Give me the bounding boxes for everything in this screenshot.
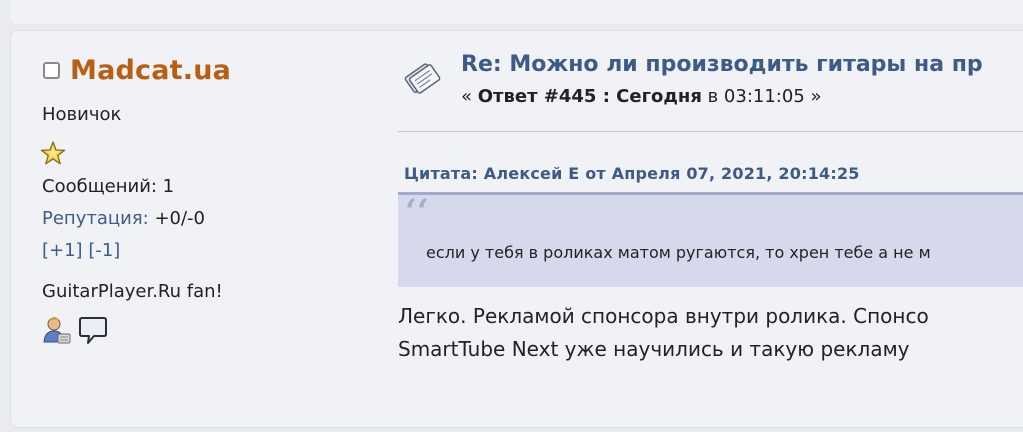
star-icon	[40, 141, 66, 165]
post-icon	[404, 63, 441, 94]
reputation-links: [+1] [-1]	[42, 240, 120, 261]
poster-reputation: Репутация: +0/-0	[42, 208, 205, 229]
post-header-divider	[398, 131, 1023, 132]
reputation-minus-link[interactable]: [-1]	[88, 240, 120, 261]
quote-block: ‘‘ если у тебя в роликах матом ругаются,…	[398, 192, 1023, 287]
profile-icon[interactable]	[42, 315, 72, 345]
reply-time: в 03:11:05 »	[701, 86, 822, 107]
poster-info: Madcat.ua Новичок Сообщений: 1 Репутация…	[32, 52, 352, 344]
quote-text: если у тебя в роликах матом ругаются, то…	[426, 243, 931, 262]
post-body: Легко. Рекламой спонсора внутри ролика. …	[398, 300, 929, 366]
previous-post-bottom	[10, 0, 1023, 24]
poster-name-link[interactable]: Madcat.ua	[70, 55, 231, 86]
quote-mark-icon: ‘‘	[405, 192, 429, 232]
post-body-line: Легко. Рекламой спонсора внутри ролика. …	[398, 304, 929, 328]
poster-rank: Новичок	[42, 104, 122, 125]
reply-meta-open: «	[461, 86, 478, 107]
reputation-plus-link[interactable]: [+1]	[42, 240, 83, 261]
poster-post-count: Сообщений: 1	[42, 176, 175, 197]
poster-profile-icons	[42, 315, 108, 345]
select-post-checkbox[interactable]	[43, 61, 60, 79]
quote-header-link[interactable]: Цитата: Алексей Е от Апреля 07, 2021, 20…	[404, 164, 860, 183]
post-body-line: SmartTube Next уже научились и такую рек…	[398, 337, 910, 361]
reputation-value: +0/-0	[148, 208, 205, 229]
message-icon[interactable]	[78, 315, 108, 345]
post-reply-meta: « Ответ #445 : Сегодня в 03:11:05 »	[461, 86, 822, 107]
reputation-label: Репутация:	[42, 208, 149, 229]
poster-name-row: Madcat.ua	[32, 52, 352, 88]
reply-number[interactable]: Ответ #445 : Сегодня	[478, 86, 702, 107]
poster-blurb: GuitarPlayer.Ru fan!	[42, 281, 223, 302]
post-subject-link[interactable]: Re: Можно ли производить гитары на пр	[461, 52, 983, 77]
